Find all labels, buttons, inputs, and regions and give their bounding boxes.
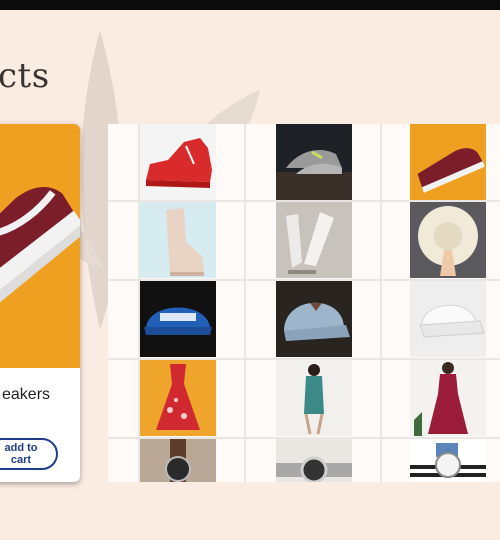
grid-item-blue-embroidered-cap[interactable] bbox=[140, 281, 216, 357]
featured-product-name: eakers bbox=[2, 386, 51, 403]
grid-item-beige-lace-up-boot[interactable] bbox=[140, 202, 216, 278]
white-cap-image bbox=[410, 281, 486, 357]
blue-strap-watch-image bbox=[410, 439, 486, 482]
floral-qipao-dress-image bbox=[276, 360, 352, 436]
grid-item-blue-strap-watch[interactable] bbox=[410, 439, 486, 482]
grid-item-red-high-top-sneaker[interactable] bbox=[140, 124, 216, 200]
product-grid bbox=[108, 124, 500, 482]
blue-embroidered-cap-image bbox=[140, 281, 216, 357]
straw-sun-hat-image bbox=[410, 202, 486, 278]
red-high-top-sneaker-image bbox=[140, 124, 216, 200]
grid-item-steel-wristwatch[interactable] bbox=[276, 439, 352, 482]
grid-item-leather-strap-watch[interactable] bbox=[140, 439, 216, 482]
grid-item-grey-knit-sneakers[interactable] bbox=[276, 124, 352, 200]
add-to-cart-button[interactable]: add to cart bbox=[0, 438, 58, 470]
grid-item-white-high-heels[interactable] bbox=[276, 202, 352, 278]
denim-cap-image bbox=[276, 281, 352, 357]
grid-item-floral-qipao-dress[interactable] bbox=[276, 360, 352, 436]
featured-product-card[interactable] bbox=[0, 124, 80, 482]
grey-knit-sneakers-image bbox=[276, 124, 352, 200]
grid-item-maroon-midi-dress[interactable] bbox=[410, 360, 486, 436]
steel-wristwatch-image bbox=[276, 439, 352, 482]
leather-strap-watch-image bbox=[140, 439, 216, 482]
maroon-midi-dress-image bbox=[410, 360, 486, 436]
grid-divider bbox=[244, 124, 246, 482]
page-title: cts bbox=[0, 56, 50, 96]
top-bar bbox=[0, 0, 500, 10]
white-high-heels-image bbox=[276, 202, 352, 278]
red-floral-dress-image bbox=[140, 360, 216, 436]
maroon-low-top-sneaker-image bbox=[410, 124, 486, 200]
grid-item-red-floral-dress[interactable] bbox=[140, 360, 216, 436]
grid-item-maroon-low-top-sneaker[interactable] bbox=[410, 124, 486, 200]
grid-item-white-cap[interactable] bbox=[410, 281, 486, 357]
grid-item-denim-cap[interactable] bbox=[276, 281, 352, 357]
featured-product-image bbox=[0, 124, 80, 368]
grid-item-straw-sun-hat[interactable] bbox=[410, 202, 486, 278]
grid-divider bbox=[380, 124, 382, 482]
beige-lace-up-boot-image bbox=[140, 202, 216, 278]
